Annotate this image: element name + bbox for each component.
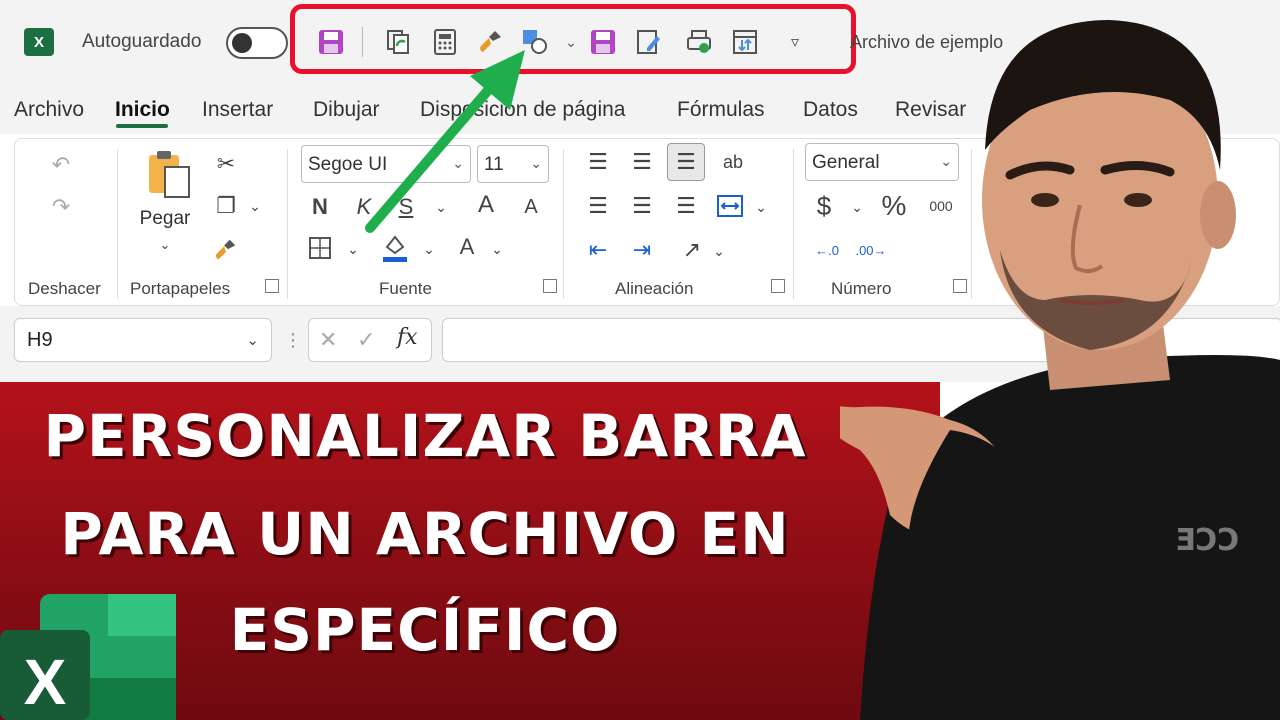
tab-archivo[interactable]: Archivo xyxy=(14,98,84,122)
clipboard-launcher-icon[interactable] xyxy=(265,279,279,293)
autosave-label: Autoguardado xyxy=(82,31,202,52)
borders-icon[interactable] xyxy=(305,233,335,263)
chevron-down-icon: ⌄ xyxy=(246,332,259,349)
presenter-photo: ƎƆƆ xyxy=(840,20,1280,720)
autosave-toggle[interactable] xyxy=(226,27,288,59)
group-separator xyxy=(793,149,794,299)
bold-button[interactable]: N xyxy=(307,191,333,223)
banner-line-2: PARA UN ARCHIVO EN xyxy=(60,500,790,568)
format-painter-icon[interactable] xyxy=(209,233,243,267)
green-arrow-icon xyxy=(365,50,525,233)
currency-button[interactable]: $ xyxy=(811,189,837,223)
align-right-icon[interactable]: ☰ xyxy=(669,189,703,223)
group-label-font: Fuente xyxy=(379,279,432,298)
edit-doc-icon[interactable] xyxy=(634,27,664,57)
sort-icon[interactable] xyxy=(730,27,760,57)
align-center-icon[interactable]: ☰ xyxy=(625,189,659,223)
font-color-chevron-icon[interactable]: ⌄ xyxy=(487,235,507,263)
fill-color-chevron-icon[interactable]: ⌄ xyxy=(419,235,439,263)
copy-icon[interactable]: ❐ xyxy=(209,189,243,223)
group-label-alignment: Alineación xyxy=(615,279,694,298)
copy-chevron-icon[interactable]: ⌄ xyxy=(245,193,265,219)
cancel-icon[interactable]: ✕ xyxy=(319,327,337,353)
tab-insertar[interactable]: Insertar xyxy=(202,98,273,122)
merge-center-icon[interactable] xyxy=(713,189,747,223)
borders-chevron-icon[interactable]: ⌄ xyxy=(343,235,363,263)
group-separator xyxy=(563,149,564,299)
group-separator xyxy=(287,149,288,299)
cut-icon[interactable]: ✂ xyxy=(209,147,243,181)
orientation-chevron-icon[interactable]: ⌄ xyxy=(709,237,729,265)
font-launcher-icon[interactable] xyxy=(543,279,557,293)
paste-label[interactable]: Pegar xyxy=(135,205,195,233)
group-label-undo: Deshacer xyxy=(28,279,101,298)
paste-chevron-icon[interactable]: ⌄ xyxy=(151,235,179,255)
undo-icon[interactable]: ↶ xyxy=(41,145,81,185)
excel-logo-icon: X xyxy=(0,594,176,720)
name-box-value: H9 xyxy=(27,329,53,351)
svg-text:ƎƆƆ: ƎƆƆ xyxy=(1175,523,1240,558)
banner-line-1: PERSONALIZAR BARRA xyxy=(43,402,807,470)
merge-chevron-icon[interactable]: ⌄ xyxy=(751,193,771,221)
paste-icon[interactable] xyxy=(141,147,197,203)
print-preview-icon[interactable] xyxy=(684,27,714,57)
excel-logo-icon: X xyxy=(24,28,54,56)
tab-inicio[interactable]: Inicio xyxy=(115,98,170,122)
group-separator xyxy=(117,149,118,299)
active-tab-indicator xyxy=(116,124,168,128)
align-middle-icon[interactable]: ☰ xyxy=(625,145,659,179)
more-options-icon[interactable]: ⋮ xyxy=(284,330,302,351)
orientation-icon[interactable]: ↗ xyxy=(675,233,709,267)
toggle-knob xyxy=(232,33,252,53)
decrease-indent-icon[interactable]: ⇤ xyxy=(581,233,615,267)
align-top-icon[interactable]: ☰ xyxy=(581,145,615,179)
group-label-clipboard: Portapapeles xyxy=(130,279,231,298)
tab-formulas[interactable]: Fórmulas xyxy=(677,98,765,122)
align-bottom-icon[interactable]: ☰ xyxy=(667,143,705,181)
wrap-text-button[interactable]: ab xyxy=(715,145,751,179)
chevron-down-icon[interactable]: ⌄ xyxy=(556,27,586,57)
svg-text:X: X xyxy=(24,646,67,718)
increase-indent-icon[interactable]: ⇥ xyxy=(625,233,659,267)
save-icon[interactable] xyxy=(316,27,346,57)
save-as-icon[interactable] xyxy=(588,27,618,57)
align-left-icon[interactable]: ☰ xyxy=(581,189,615,223)
redo-icon[interactable]: ↷ xyxy=(41,187,81,227)
insert-function-button[interactable]: fx xyxy=(397,325,418,350)
name-box[interactable]: H9 ⌄ xyxy=(14,318,272,362)
formula-buttons: ✕ ✓ fx xyxy=(308,318,432,362)
alignment-launcher-icon[interactable] xyxy=(771,279,785,293)
confirm-icon[interactable]: ✓ xyxy=(357,327,375,353)
customize-qat-icon[interactable]: ▿ xyxy=(780,27,810,57)
